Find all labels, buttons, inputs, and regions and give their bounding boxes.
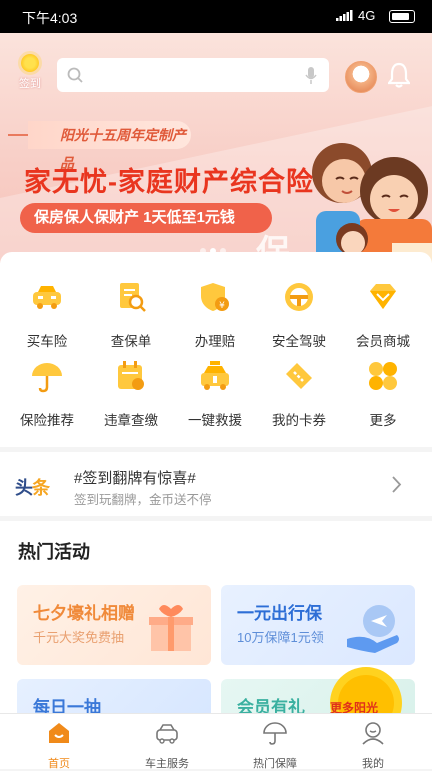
car-service-icon: [156, 724, 178, 744]
umbrella-tab-icon: [263, 722, 287, 745]
menu-item-check-policy[interactable]: 查保单: [88, 280, 174, 350]
coupon-icon: [286, 363, 312, 389]
more-grid-icon: [369, 362, 397, 390]
news-subtitle: 签到玩翻牌，金币送不停: [74, 493, 212, 507]
tab-label: 首页: [48, 758, 70, 770]
logo-char-a: 头: [15, 478, 33, 498]
tab-profile[interactable]: 我的: [319, 720, 427, 771]
card-subtitle: 千元大奖免费抽: [33, 630, 125, 645]
card-title: 会员有礼: [237, 698, 305, 713]
family-illustration: [312, 143, 432, 263]
menu-label: 违章查缴: [104, 413, 158, 428]
hot-activities: 热门活动 七夕壕礼相赠 千元大奖免费抽 一元出行保 10万保障1元领 每日一抽 …: [0, 521, 432, 713]
policy-search-icon: [120, 283, 146, 312]
menu-label: 我的卡券: [272, 413, 326, 428]
menu-item-claim[interactable]: ¥ 办理赔: [172, 280, 258, 350]
bottom-tab-bar: 首页 车主服务 热门保障 我的: [0, 713, 432, 771]
service-menu: 买车险 查保单 ¥ 办理赔 安全驾驶 会员商城 保险推荐 违章查缴 一键救援 我…: [0, 252, 432, 447]
menu-label: 办理赔: [194, 334, 236, 349]
sun-badge-label: 更多阳光: [330, 701, 379, 713]
banner-subline: 保房保人保财产 1天低至1元钱: [20, 203, 272, 233]
umbrella-icon: [32, 363, 62, 393]
tab-label: 热门保障: [253, 758, 297, 770]
status-bar: 下午4:03 4G: [0, 0, 432, 33]
chevron-right-icon: [392, 476, 402, 493]
signal-icon: [336, 10, 353, 21]
network-label: 4G: [358, 8, 376, 23]
menu-item-member-mall[interactable]: 会员商城: [340, 280, 426, 350]
steering-wheel-icon: [285, 283, 313, 311]
menu-item-recommend[interactable]: 保险推荐: [4, 359, 90, 429]
profile-icon: [362, 722, 384, 745]
tab-car-service[interactable]: 车主服务: [113, 720, 221, 771]
menu-label: 保险推荐: [20, 413, 74, 428]
menu-label: 查保单: [110, 334, 152, 349]
gift-box-icon: [149, 605, 193, 651]
logo-char-b: 条: [32, 478, 50, 498]
menu-item-violation[interactable]: 违章查缴: [88, 359, 174, 429]
airplane-hand-icon: [347, 605, 399, 653]
diamond-icon: [370, 284, 396, 309]
bell-icon[interactable]: [388, 62, 410, 88]
tag-line: [8, 134, 28, 136]
card-title: 每日一抽: [33, 698, 101, 713]
menu-label: 一键救援: [188, 413, 242, 428]
search-input[interactable]: [57, 58, 329, 92]
activity-card-travel[interactable]: 一元出行保 10万保障1元领: [221, 585, 415, 665]
tab-label: 我的: [362, 758, 384, 770]
menu-item-more[interactable]: 更多: [340, 359, 426, 429]
menu-label: 安全驾驶: [272, 334, 326, 349]
sun-icon: [21, 54, 39, 72]
microphone-icon[interactable]: [305, 67, 317, 84]
banner-headline: 家无忧-家庭财产综合险: [24, 167, 314, 197]
checkin-label: 签到: [19, 78, 41, 90]
activity-card-qixi[interactable]: 七夕壕礼相赠 千元大奖免费抽: [17, 585, 211, 665]
claim-shield-icon: ¥: [201, 283, 229, 311]
banner-tag: 阳光十五周年定制产品: [28, 121, 191, 171]
tab-label: 车主服务: [145, 758, 189, 770]
violation-calendar-icon: [118, 361, 144, 390]
headline-news[interactable]: 头条 #签到翻牌有惊喜# 签到玩翻牌，金币送不停: [0, 452, 432, 516]
checkin-button[interactable]: 签到: [14, 54, 46, 91]
tab-home[interactable]: 首页: [5, 720, 113, 771]
tab-hot-coverage[interactable]: 热门保障: [221, 720, 329, 771]
search-icon: [67, 67, 83, 83]
card-title: 一元出行保: [237, 604, 322, 623]
home-icon: [49, 723, 69, 743]
menu-item-safe-driving[interactable]: 安全驾驶: [256, 280, 342, 350]
rescue-car-icon: [201, 361, 229, 390]
menu-item-coupons[interactable]: 我的卡券: [256, 359, 342, 429]
card-subtitle: 10万保障1元领: [237, 630, 324, 645]
toutiao-logo: 头条: [15, 474, 50, 500]
menu-label: 买车险: [26, 334, 68, 349]
robot-assistant-icon[interactable]: [345, 61, 377, 93]
activity-card-daily-draw[interactable]: 每日一抽: [17, 679, 211, 713]
menu-item-rescue[interactable]: 一键救援: [172, 359, 258, 429]
car-insurance-icon: [33, 286, 61, 309]
menu-label: 会员商城: [356, 334, 410, 349]
card-title: 七夕壕礼相赠: [33, 604, 135, 623]
news-title: #签到翻牌有惊喜#: [74, 470, 196, 487]
battery-icon: [389, 10, 415, 23]
svg-text:¥: ¥: [219, 301, 225, 311]
status-time: 下午4:03: [22, 10, 78, 26]
section-title: 热门活动: [18, 542, 90, 562]
menu-item-buy-car-insurance[interactable]: 买车险: [4, 280, 90, 350]
menu-label: 更多: [369, 413, 397, 428]
